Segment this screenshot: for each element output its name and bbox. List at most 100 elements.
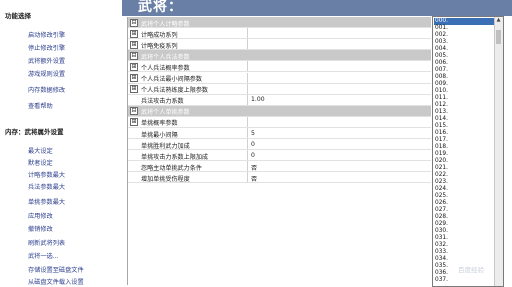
list-item[interactable]: 031.	[434, 235, 494, 242]
list-item[interactable]: 001.	[434, 25, 494, 32]
list-item[interactable]: 003.	[434, 39, 494, 46]
list-item[interactable]: 018.	[434, 144, 494, 151]
sidebar-link[interactable]: 武将额外设置	[28, 56, 65, 65]
list-item[interactable]: 013.	[434, 109, 494, 116]
grid-property-row[interactable]: 单挑最小间隔 5	[128, 128, 431, 139]
property-value[interactable]: 0	[251, 141, 255, 148]
sidebar-link[interactable]: 撤销修改	[28, 224, 53, 233]
grid-property-row[interactable]: ⊞ 个人兵法最小间隔参数	[128, 72, 431, 84]
grid-property-row[interactable]: 单挑胜利武力加成 0	[128, 139, 431, 151]
grid-property-row[interactable]: ⊞ 单挑概率参数	[128, 116, 431, 128]
sidebar-link[interactable]: 刷新武将列表	[28, 238, 65, 247]
property-label: 单挑概率参数	[141, 120, 178, 128]
list-item[interactable]: 017.	[434, 137, 494, 144]
sidebar-link[interactable]: 存储设置至磁盘文件	[28, 265, 84, 274]
expand-toggle-icon[interactable]: ⊞	[130, 118, 138, 127]
column-divider	[247, 72, 248, 83]
grid-property-row[interactable]: ⊞ 计略免疫系列	[128, 39, 431, 51]
list-item[interactable]: 004.	[434, 46, 494, 53]
grid-property-row[interactable]: 增加单挑受伤程度 否	[128, 172, 431, 184]
column-divider	[247, 150, 248, 161]
list-item[interactable]: 025.	[434, 193, 494, 200]
expand-toggle-icon[interactable]: ⊞	[130, 40, 138, 49]
property-value[interactable]: 否	[251, 163, 257, 172]
sidebar-link[interactable]: 查看帮助	[28, 101, 53, 110]
property-value[interactable]: 否	[251, 174, 257, 183]
list-item[interactable]: 037.	[434, 277, 494, 284]
list-item[interactable]: 006.	[434, 60, 494, 67]
list-item[interactable]: 015.	[434, 123, 494, 130]
list-item[interactable]: 034.	[434, 256, 494, 263]
column-divider	[247, 128, 248, 138]
list-item[interactable]: 032.	[434, 242, 494, 249]
sidebar-link[interactable]: 应用修改	[28, 211, 53, 220]
column-divider	[247, 139, 248, 150]
expand-toggle-icon[interactable]: ⊞	[130, 74, 138, 82]
list-item[interactable]: 028.	[434, 214, 494, 221]
function-section-title: 功能选择	[5, 12, 31, 20]
sidebar-link[interactable]: 最大设定	[28, 146, 53, 155]
grid-property-row[interactable]: ⊞ 个人兵法概率参数	[128, 61, 431, 73]
general-listbox[interactable]: ▲ 000. 001. 002. 003. 004. 005. 006. 007. 008. 00…	[432, 16, 504, 287]
sidebar-link[interactable]: 兵法参数最大	[28, 182, 65, 191]
sidebar-link[interactable]: 停止修改引擎	[28, 43, 65, 52]
expand-toggle-icon[interactable]: ⊞	[130, 62, 138, 71]
list-item[interactable]: 019.	[434, 151, 494, 158]
property-label: 计略成功系列	[141, 31, 178, 39]
expand-toggle-icon[interactable]: ⊟	[130, 107, 138, 116]
property-label: 武将个人单挑参数	[141, 109, 190, 117]
list-item[interactable]: 012.	[434, 102, 494, 109]
list-item[interactable]: 022.	[434, 172, 494, 179]
column-divider	[247, 39, 248, 50]
property-value[interactable]: 5	[251, 130, 255, 137]
sidebar-link[interactable]: 默者设定	[28, 158, 53, 167]
list-item[interactable]: 002.	[434, 32, 494, 39]
page-title: 武将：	[138, 0, 183, 15]
sidebar: 功能选择 启动修改引擎 停止修改引擎 武将额外设置 游戏规则设置 内存数据修改 查看帮助 …	[0, 0, 122, 286]
grid-property-row[interactable]: 单挑攻击力系数上限加成 0	[128, 150, 431, 162]
list-item[interactable]: 020.	[434, 158, 494, 165]
expand-toggle-icon[interactable]: ⊟	[130, 18, 138, 27]
sidebar-link[interactable]: 计略参数最大	[28, 170, 65, 179]
list-item[interactable]: 008.	[434, 74, 494, 81]
expand-toggle-icon[interactable]: ⊞	[130, 85, 138, 94]
list-item[interactable]: 016.	[434, 130, 494, 137]
listbox-scrollbar[interactable]: ▲	[494, 17, 503, 286]
grid-category-row[interactable]: ⊟ 武将个人计略参数	[128, 17, 431, 28]
list-item[interactable]: 026.	[434, 200, 494, 207]
grid-property-row[interactable]: ⊞ 个人兵法熟练度上限参数	[128, 83, 431, 95]
list-item[interactable]: 005.	[434, 53, 494, 60]
column-divider	[247, 116, 248, 127]
grid-property-row[interactable]: 兵法攻击力系数 1.00	[128, 94, 431, 106]
sidebar-link[interactable]: 启动修改引擎	[28, 30, 65, 39]
list-item[interactable]: 024.	[434, 186, 494, 193]
property-label: 计略免疫系列	[141, 42, 178, 50]
list-item[interactable]: 023.	[434, 179, 494, 186]
grid-property-row[interactable]: 忽略主动单挑武力条件 否	[128, 161, 431, 173]
grid-property-row[interactable]: ⊞ 计略成功系列	[128, 28, 431, 40]
list-item[interactable]: 000.	[434, 18, 494, 25]
expand-toggle-icon[interactable]: ⊞	[130, 29, 138, 38]
scroll-thumb[interactable]	[496, 30, 501, 44]
grid-category-row[interactable]: ⊟ 武将个人单挑参数	[128, 105, 431, 117]
list-item[interactable]: 029.	[434, 221, 494, 228]
list-item[interactable]: 033.	[434, 249, 494, 256]
list-item[interactable]: 010.	[434, 88, 494, 95]
sidebar-link[interactable]: 单挑参数最大	[28, 197, 65, 206]
property-value[interactable]: 1.00	[251, 96, 265, 103]
grid-category-row[interactable]: ⊟ 武将个人兵法参数	[128, 50, 431, 62]
list-item[interactable]: 014.	[434, 116, 494, 123]
property-value[interactable]: 0	[251, 152, 255, 159]
sidebar-link[interactable]: 游戏规则设置	[28, 69, 65, 78]
list-item[interactable]: 011.	[434, 95, 494, 102]
list-item[interactable]: 007.	[434, 67, 494, 74]
sidebar-link[interactable]: 武将一选...	[28, 251, 59, 260]
list-item[interactable]: 027.	[434, 207, 494, 214]
list-item[interactable]: 021.	[434, 165, 494, 172]
expand-toggle-icon[interactable]: ⊟	[130, 51, 138, 60]
list-item[interactable]: 009.	[434, 81, 494, 88]
scroll-up-arrow-icon[interactable]: ▲	[496, 18, 501, 23]
list-item[interactable]: 030.	[434, 228, 494, 235]
property-label: 个人兵法最小间隔参数	[141, 76, 202, 83]
sidebar-link[interactable]: 内存数据修改	[28, 85, 65, 94]
